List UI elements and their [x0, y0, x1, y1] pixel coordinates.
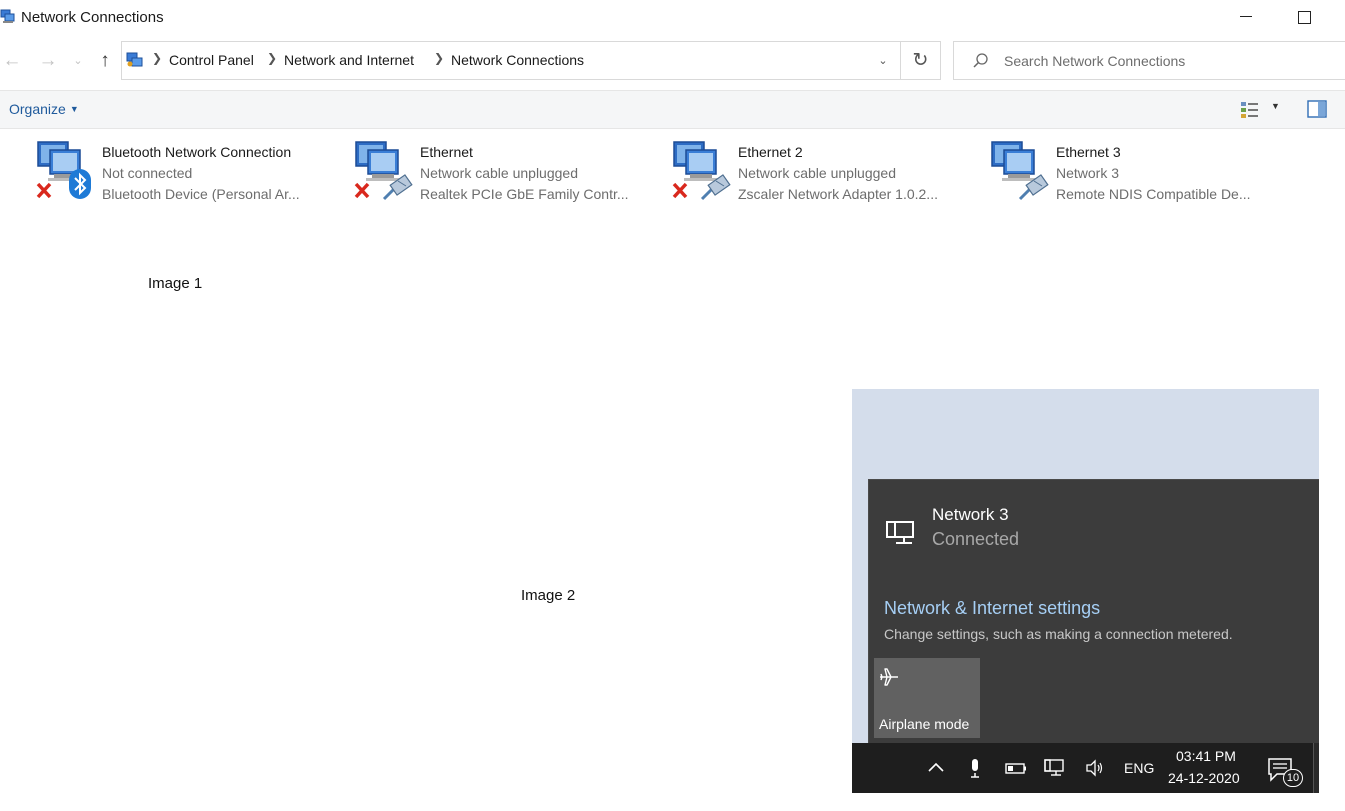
- breadcrumb-separator-icon[interactable]: ❯: [267, 51, 277, 65]
- control-panel-icon: [126, 52, 143, 67]
- network-adapter-icon: [36, 141, 91, 199]
- connection-device: Bluetooth Device (Personal Ar...: [102, 186, 300, 202]
- connection-details: Ethernet 3 Network 3 Remote NDIS Compatibl…: [1056, 142, 1251, 205]
- minimize-button[interactable]: [1222, 0, 1268, 34]
- image-2-caption: Image 2: [521, 587, 576, 604]
- breadcrumb-separator-icon: ❯: [152, 51, 163, 65]
- show-desktop-button[interactable]: [1313, 743, 1319, 793]
- address-dropdown-chevron-icon[interactable]: ⌄: [872, 50, 894, 72]
- network-adapter-icon: [354, 141, 413, 201]
- connection-name: Ethernet: [420, 144, 473, 160]
- clock-time[interactable]: 03:41 PM: [1176, 748, 1236, 764]
- network-name[interactable]: Network 3: [932, 505, 1009, 525]
- connection-details: Ethernet Network cable unplugged Realtek P…: [420, 142, 629, 205]
- network-tray-icon[interactable]: [1043, 756, 1067, 780]
- back-arrow-icon[interactable]: ←: [0, 48, 24, 74]
- title-bar: Network Connections: [0, 0, 1345, 36]
- connection-name: Ethernet 3: [1056, 144, 1121, 160]
- change-view-icon[interactable]: [1240, 100, 1260, 120]
- search-input[interactable]: [1004, 51, 1334, 71]
- bluetooth-icon: [69, 169, 91, 199]
- error-x-icon: [672, 182, 688, 199]
- connection-name: Bluetooth Network Connection: [102, 144, 292, 160]
- battery-icon[interactable]: [1004, 756, 1028, 780]
- search-icon: [973, 53, 988, 68]
- organize-label: Organize: [9, 101, 66, 117]
- up-arrow-icon[interactable]: ↑: [94, 48, 116, 74]
- connection-details: Bluetooth Network Connection Not connecte…: [102, 142, 300, 205]
- connection-status: Network cable unplugged: [420, 165, 578, 181]
- error-x-icon: [354, 182, 370, 199]
- show-hidden-icons-chevron-icon[interactable]: [924, 756, 948, 780]
- airplane-mode-toggle[interactable]: Airplane mode: [874, 658, 980, 738]
- connection-status: Not connected: [102, 165, 193, 181]
- breadcrumb-network-connections[interactable]: Network Connections: [451, 52, 584, 68]
- search-box[interactable]: [953, 41, 1345, 80]
- network-adapter-icon: [991, 141, 1049, 201]
- connection-device: Realtek PCIe GbE Family Contr...: [420, 186, 629, 202]
- maximize-button[interactable]: [1280, 0, 1326, 34]
- breadcrumb-network-and-internet[interactable]: Network and Internet: [284, 52, 414, 68]
- connection-item[interactable]: Bluetooth Network Connection Not connecte…: [36, 139, 336, 205]
- microphone-icon[interactable]: [963, 756, 987, 780]
- command-bar: Organize ▼ ▼: [0, 90, 1345, 129]
- connection-name: Ethernet 2: [738, 144, 803, 160]
- connection-details: Ethernet 2 Network cable unplugged Zscaler…: [738, 142, 938, 205]
- connection-status: Network cable unplugged: [738, 165, 896, 181]
- notification-count-badge: 10: [1283, 769, 1303, 787]
- view-options-caret-icon[interactable]: ▼: [1271, 101, 1280, 111]
- address-bar[interactable]: ❯ Control Panel ❯ Network and Internet ❯…: [121, 41, 901, 80]
- refresh-icon[interactable]: ↻: [901, 41, 941, 80]
- network-adapter-icon: [672, 141, 731, 201]
- forward-arrow-icon[interactable]: →: [36, 48, 60, 74]
- breadcrumb-control-panel[interactable]: Control Panel: [169, 52, 254, 68]
- connection-item[interactable]: Ethernet Network cable unplugged Realtek P…: [354, 139, 654, 205]
- breadcrumb-separator-icon[interactable]: ❯: [434, 51, 444, 65]
- input-language-indicator[interactable]: ENG: [1124, 760, 1154, 776]
- wired-network-icon: [886, 521, 914, 544]
- taskbar: ENG 03:41 PM 24-12-2020 10: [852, 743, 1313, 793]
- network-status: Connected: [932, 529, 1020, 549]
- volume-icon[interactable]: [1083, 756, 1107, 780]
- organize-button[interactable]: Organize ▼: [9, 101, 79, 117]
- clock-date[interactable]: 24-12-2020: [1168, 770, 1240, 786]
- airplane-icon: [880, 668, 898, 686]
- connection-device: Remote NDIS Compatible De...: [1056, 186, 1251, 202]
- connection-status: Network 3: [1056, 165, 1120, 181]
- network-connections-icon: [0, 9, 15, 23]
- error-x-icon: [36, 182, 52, 199]
- airplane-mode-label: Airplane mode: [879, 716, 970, 732]
- network-settings-link[interactable]: Network & Internet settings: [884, 598, 1100, 619]
- network-settings-description: Change settings, such as making a connec…: [884, 626, 1233, 642]
- connection-device: Zscaler Network Adapter 1.0.2...: [738, 186, 938, 202]
- connection-item[interactable]: Ethernet 2 Network cable unplugged Zscaler…: [672, 139, 972, 205]
- network-flyout: Network 3 Connected Network & Internet s…: [868, 479, 1319, 743]
- preview-pane-icon[interactable]: [1307, 100, 1327, 118]
- window-title: Network Connections: [21, 9, 164, 26]
- caret-down-icon: ▼: [69, 104, 79, 114]
- recent-locations-chevron-icon[interactable]: ⌄: [70, 48, 86, 74]
- connection-item[interactable]: Ethernet 3 Network 3 Remote NDIS Compatibl…: [990, 139, 1290, 205]
- image-1-caption: Image 1: [148, 275, 203, 292]
